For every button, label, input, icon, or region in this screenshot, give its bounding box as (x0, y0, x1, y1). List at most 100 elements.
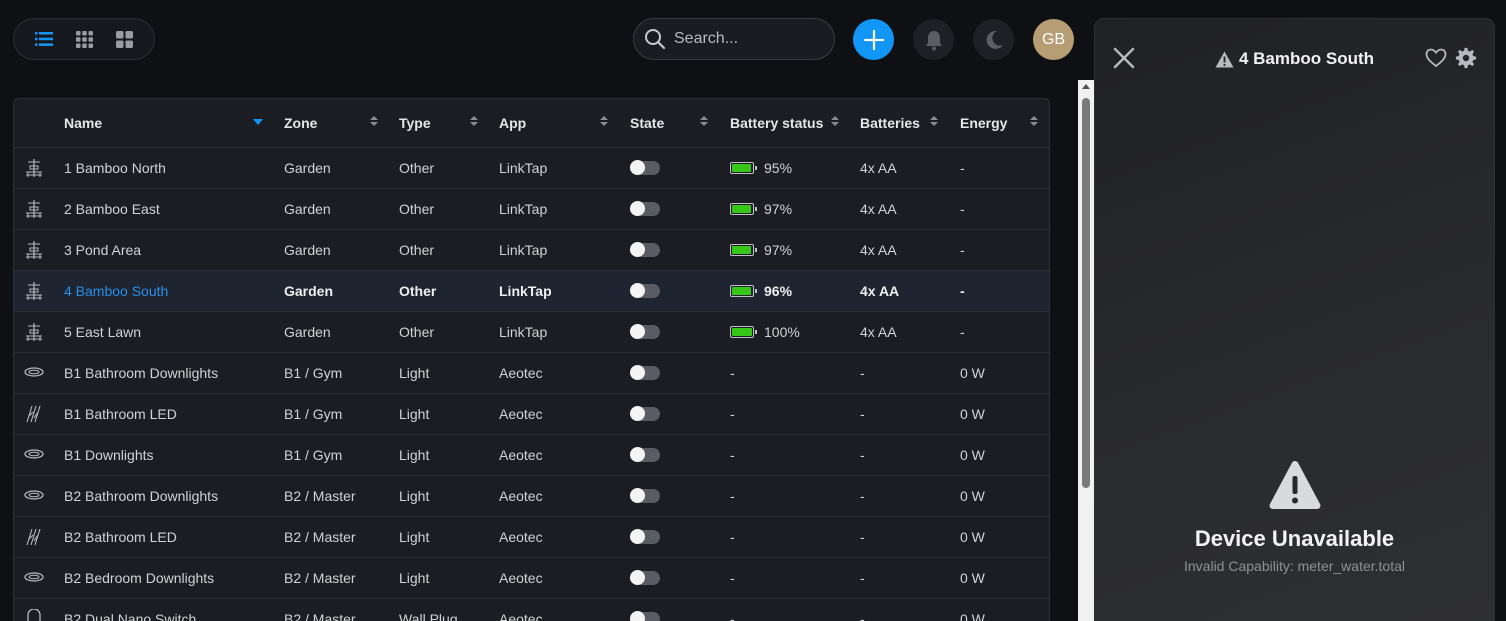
view-mode-toggle (13, 18, 155, 60)
battery-icon (730, 285, 757, 297)
state-toggle[interactable] (630, 529, 660, 544)
battery-icon (730, 326, 757, 338)
state-toggle[interactable] (630, 611, 660, 621)
table-row[interactable]: 5 East Lawn Garden Other LinkTap 100% 4x AA - (14, 312, 1049, 353)
table-row[interactable]: B2 Bathroom LED B2 / Master Light Aeotec - - 0… (14, 517, 1049, 558)
column-header-battery-status[interactable]: Battery status (730, 115, 823, 131)
device-type: Light (399, 570, 430, 586)
device-unavailable-message: Device Unavailable Invalid Capability: m… (1095, 459, 1494, 574)
table-row[interactable]: B1 Bathroom Downlights B1 / Gym Light Aeote… (14, 353, 1049, 394)
sort-indicator-app[interactable] (600, 116, 608, 126)
table-row[interactable]: B2 Dual Nano Switch B2 / Master Wall Plug A… (14, 599, 1049, 621)
energy: 0 W (960, 529, 985, 545)
battery-percent: - (730, 406, 735, 422)
device-app: LinkTap (499, 242, 548, 258)
scrollbar-thumb[interactable] (1082, 98, 1090, 488)
device-type: Other (399, 242, 435, 258)
energy: 0 W (960, 406, 985, 422)
state-toggle[interactable] (630, 570, 660, 585)
column-header-state[interactable]: State (630, 115, 664, 131)
gear-icon[interactable] (1455, 47, 1477, 69)
device-app: Aeotec (499, 406, 543, 422)
led-strip-icon (24, 404, 44, 424)
device-state (630, 271, 660, 311)
battery-percent: 96% (764, 283, 793, 299)
device-zone: B1 / Gym (284, 447, 343, 463)
state-toggle[interactable] (630, 242, 660, 257)
device-state (630, 189, 660, 229)
device-name: B1 Downlights (64, 447, 154, 463)
state-toggle[interactable] (630, 324, 660, 339)
device-zone: B1 / Gym (284, 365, 343, 381)
search-input[interactable] (674, 30, 824, 48)
battery-status: - (730, 599, 735, 621)
user-avatar[interactable]: GB (1033, 19, 1074, 60)
sort-indicator-name[interactable] (253, 116, 263, 125)
table-row[interactable]: 3 Pond Area Garden Other LinkTap 97% 4x AA - (14, 230, 1049, 271)
sort-indicator-batteries[interactable] (930, 116, 938, 126)
batteries: 4x AA (860, 242, 897, 258)
sort-indicator-state[interactable] (700, 116, 708, 126)
sort-indicator-battery-status[interactable] (831, 116, 839, 126)
devices-table: Name Zone Type App State Battery status … (13, 98, 1050, 621)
column-header-energy[interactable]: Energy (960, 115, 1007, 131)
column-header-batteries[interactable]: Batteries (860, 115, 920, 131)
battery-percent: - (730, 365, 735, 381)
list-view-button[interactable] (34, 29, 54, 49)
add-button[interactable] (853, 19, 894, 60)
small-grid-view-button[interactable] (74, 29, 94, 49)
notifications-button[interactable] (913, 19, 954, 60)
state-toggle[interactable] (630, 160, 660, 175)
energy: 0 W (960, 570, 985, 586)
column-header-app[interactable]: App (499, 115, 526, 131)
sort-indicator-energy[interactable] (1030, 116, 1038, 126)
table-row[interactable]: B2 Bathroom Downlights B2 / Master Light Ae… (14, 476, 1049, 517)
sort-indicator-zone[interactable] (370, 116, 378, 126)
device-name: B2 Bedroom Downlights (64, 570, 215, 586)
device-zone: B2 / Master (284, 570, 356, 586)
battery-percent: - (730, 570, 735, 586)
battery-status: - (730, 558, 735, 598)
column-label: Type (399, 115, 431, 131)
sprinkler-icon (24, 199, 44, 219)
theme-toggle-button[interactable] (973, 19, 1014, 60)
device-app: Aeotec (499, 611, 543, 621)
batteries: - (860, 488, 865, 504)
column-header-type[interactable]: Type (399, 115, 431, 131)
table-row[interactable]: 1 Bamboo North Garden Other LinkTap 95% 4x AA… (14, 148, 1049, 189)
battery-percent: - (730, 529, 735, 545)
column-header-name[interactable]: Name (64, 115, 102, 131)
table-row[interactable]: B1 Downlights B1 / Gym Light Aeotec - - 0 W (14, 435, 1049, 476)
batteries: 4x AA (860, 160, 897, 176)
device-app: Aeotec (499, 488, 543, 504)
table-body: 1 Bamboo North Garden Other LinkTap 95% 4x AA… (14, 148, 1049, 621)
state-toggle[interactable] (630, 283, 660, 298)
sort-indicator-type[interactable] (470, 116, 478, 126)
scrollbar[interactable] (1078, 80, 1094, 621)
table-row[interactable]: B1 Bathroom LED B1 / Gym Light Aeotec - - 0 W (14, 394, 1049, 435)
large-grid-view-button[interactable] (114, 29, 134, 49)
state-toggle[interactable] (630, 488, 660, 503)
state-toggle[interactable] (630, 365, 660, 380)
device-name: B2 Dual Nano Switch (64, 611, 197, 621)
device-name: 1 Bamboo North (64, 160, 166, 176)
table-row[interactable]: B2 Bedroom Downlights B2 / Master Light Aeo… (14, 558, 1049, 599)
table-row[interactable]: 2 Bamboo East Garden Other LinkTap 97% 4x AA - (14, 189, 1049, 230)
device-type: Other (399, 201, 435, 217)
favorite-heart-icon[interactable] (1425, 48, 1447, 68)
column-header-zone[interactable]: Zone (284, 115, 317, 131)
state-toggle[interactable] (630, 201, 660, 216)
device-zone: Garden (284, 324, 331, 340)
battery-percent: 95% (764, 160, 793, 176)
device-name: B1 Bathroom Downlights (64, 365, 219, 381)
device-zone: B2 / Master (284, 611, 356, 621)
downlight-icon (24, 363, 44, 383)
state-toggle[interactable] (630, 406, 660, 421)
batteries: 4x AA (860, 283, 900, 299)
device-state (630, 394, 660, 434)
sprinkler-icon (24, 240, 44, 260)
table-row[interactable]: 4 Bamboo South Garden Other LinkTap 96% 4x AA… (14, 271, 1049, 312)
scroll-up-arrow[interactable] (1082, 84, 1090, 89)
batteries: - (860, 611, 865, 621)
state-toggle[interactable] (630, 447, 660, 462)
